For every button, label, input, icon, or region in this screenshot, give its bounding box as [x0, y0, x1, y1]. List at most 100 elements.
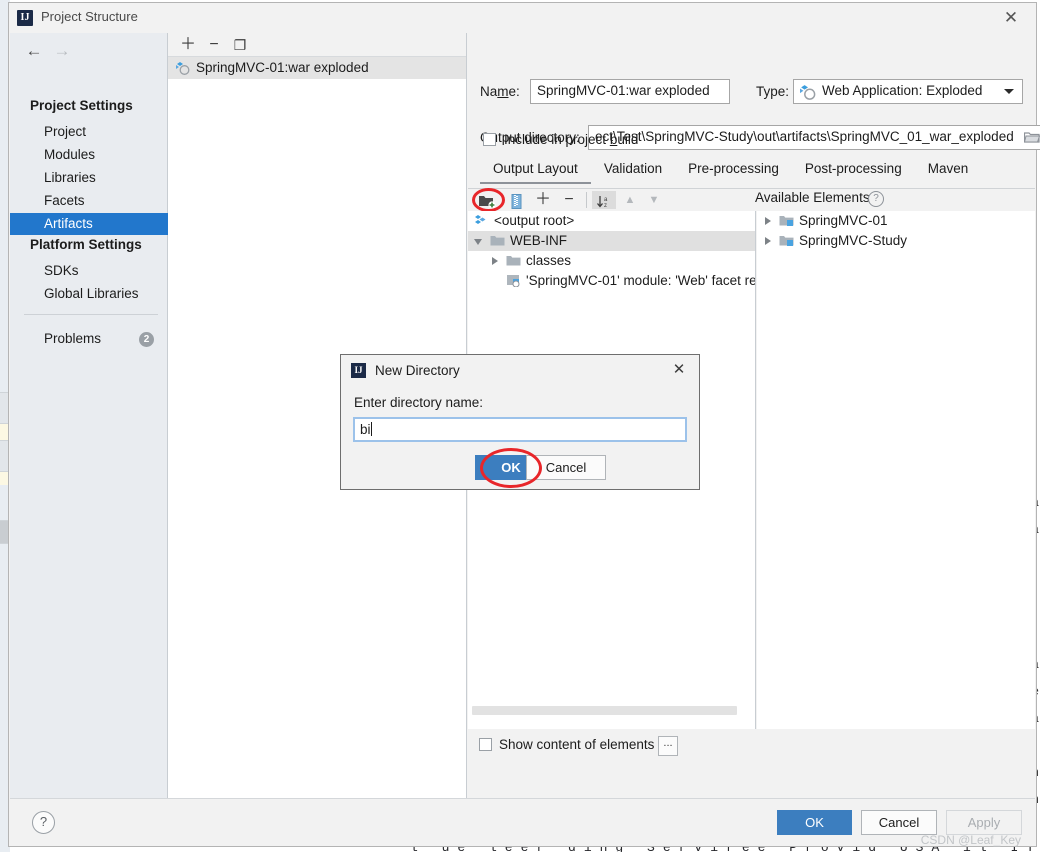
close-icon[interactable]: ✕: [669, 360, 689, 380]
available-elements-tree: SpringMVC-01 SpringMVC-Study: [757, 211, 1035, 729]
create-archive-button[interactable]: [506, 191, 526, 209]
add-artifact-button[interactable]: ＋: [177, 35, 199, 55]
tree-node-classes[interactable]: classes: [468, 251, 755, 271]
folder-icon: [490, 236, 505, 246]
artifact-root-icon: [475, 215, 486, 224]
help-circle-icon[interactable]: ?: [868, 191, 884, 207]
artifact-icon: [176, 62, 190, 75]
chevron-right-icon[interactable]: [765, 217, 771, 225]
tree-node-output-root-label: <output root>: [494, 213, 575, 228]
sidebar-item-artifacts[interactable]: Artifacts: [10, 213, 168, 235]
sidebar-item-problems-label: Problems: [44, 331, 102, 346]
new-directory-cancel-button[interactable]: Cancel: [526, 455, 606, 480]
output-directory-value: ect\Test\SpringMVC-Study\out\artifacts\S…: [595, 129, 1014, 144]
settings-sidebar: ← → Project Settings Project Modules Libr…: [10, 33, 168, 801]
tree-node-output-root[interactable]: <output root>: [468, 211, 755, 231]
screen-root: aa.(()aea)nn. l ue leer ding Serviree Pr…: [0, 0, 1040, 852]
artifact-list-item[interactable]: SpringMVC-01:war exploded: [168, 57, 466, 79]
new-directory-dialog: IJ New Directory ✕ Enter directory name:…: [340, 354, 700, 490]
text-caret: [370, 422, 372, 436]
close-icon[interactable]: ✕: [1000, 7, 1022, 29]
tree-node-web-inf[interactable]: WEB-INF: [468, 231, 755, 251]
output-directory-input[interactable]: ect\Test\SpringMVC-Study\out\artifacts\S…: [588, 125, 1040, 150]
tab-post-processing[interactable]: Post-processing: [792, 159, 915, 182]
ok-button[interactable]: OK: [777, 810, 852, 835]
create-directory-icon: [479, 195, 496, 209]
forward-arrow-icon[interactable]: →: [48, 41, 76, 61]
chevron-right-icon[interactable]: [765, 237, 771, 245]
sidebar-item-sdks[interactable]: SDKs: [10, 260, 168, 282]
intellij-idea-icon: IJ: [17, 10, 33, 26]
window-titlebar: IJ Project Structure ✕: [9, 3, 1036, 34]
toolbar-divider: [586, 192, 587, 208]
output-layout-options: Show content of elements ...: [468, 730, 1035, 770]
tab-output-layout[interactable]: Output Layout: [480, 159, 591, 184]
remove-artifact-button[interactable]: −: [203, 35, 225, 55]
sidebar-divider: [24, 314, 158, 315]
sidebar-item-facets[interactable]: Facets: [10, 190, 168, 212]
tree-node-springmvc-study-label: SpringMVC-Study: [799, 233, 908, 248]
module-icon: [779, 236, 794, 246]
artifact-type-select[interactable]: Web Application: Exploded: [793, 79, 1023, 104]
web-facet-icon: [507, 275, 520, 287]
type-label: Type:: [756, 84, 790, 99]
sidebar-item-modules[interactable]: Modules: [10, 144, 168, 166]
include-in-project-build-label: Include in project build: [504, 132, 639, 147]
name-label: Name:: [480, 84, 520, 99]
show-content-options-button[interactable]: ...: [658, 736, 678, 756]
create-archive-icon: [511, 193, 521, 209]
chevron-right-icon[interactable]: [492, 257, 498, 265]
tree-node-springmvc-01-label: SpringMVC-01: [799, 213, 888, 228]
move-down-button[interactable]: ▼: [644, 191, 664, 209]
tree-node-web-facet-resources[interactable]: 'SpringMVC-01' module: 'Web' facet resou: [468, 271, 755, 291]
output-layout-toolbar: ＋ − a z ▲ ▼: [468, 189, 1035, 211]
sort-az-icon: a z: [597, 195, 608, 209]
artifacts-toolbar: ＋ − ❐: [168, 33, 466, 57]
artifact-name-input[interactable]: SpringMVC-01:war exploded: [530, 79, 730, 104]
sidebar-item-libraries[interactable]: Libraries: [10, 167, 168, 189]
problems-count-badge: 2: [139, 332, 154, 347]
nav-group-project-settings: Project Settings: [30, 98, 133, 113]
module-icon: [779, 216, 794, 226]
artifact-list-item-label: SpringMVC-01:war exploded: [196, 60, 369, 75]
create-directory-button[interactable]: [474, 191, 500, 209]
browse-folder-icon[interactable]: [1024, 130, 1040, 144]
sidebar-item-problems[interactable]: Problems 2: [10, 328, 168, 350]
tree-node-classes-label: classes: [526, 253, 572, 268]
artifact-type-value: Web Application: Exploded: [822, 83, 983, 98]
move-up-button[interactable]: ▲: [620, 191, 640, 209]
sidebar-item-project[interactable]: Project: [10, 121, 168, 143]
tree-node-springmvc-01[interactable]: SpringMVC-01: [757, 211, 1035, 231]
tab-pre-processing[interactable]: Pre-processing: [675, 159, 792, 182]
sort-elements-button[interactable]: a z: [592, 191, 616, 209]
cancel-button[interactable]: Cancel: [861, 810, 937, 835]
copy-artifact-button[interactable]: ❐: [229, 35, 251, 55]
sidebar-item-global-libraries[interactable]: Global Libraries: [10, 283, 168, 305]
directory-name-prompt: Enter directory name:: [354, 395, 484, 410]
available-elements-label: Available Elements: [755, 190, 870, 205]
apply-button[interactable]: Apply: [946, 810, 1022, 835]
directory-name-input[interactable]: bi: [353, 417, 687, 442]
chevron-down-icon[interactable]: [474, 239, 482, 245]
directory-name-value: bi: [360, 422, 371, 437]
remove-element-button[interactable]: −: [558, 191, 580, 209]
chevron-down-icon: [1004, 89, 1014, 94]
web-application-icon: [800, 85, 816, 100]
tab-validation[interactable]: Validation: [591, 159, 675, 182]
detail-tabs: Output Layout Validation Pre-processing …: [480, 159, 981, 187]
add-element-button[interactable]: ＋: [532, 191, 554, 209]
help-button[interactable]: ?: [32, 811, 55, 834]
tab-maven[interactable]: Maven: [915, 159, 982, 182]
back-arrow-icon[interactable]: ←: [20, 41, 48, 61]
new-directory-dialog-title: New Directory: [375, 363, 460, 378]
tree-node-springmvc-study[interactable]: SpringMVC-Study: [757, 231, 1035, 251]
include-in-project-build-checkbox[interactable]: [483, 133, 496, 146]
folder-icon: [506, 256, 521, 266]
nav-group-platform-settings: Platform Settings: [30, 237, 142, 252]
svg-text:z: z: [604, 203, 607, 209]
show-content-of-elements-checkbox[interactable]: [479, 738, 492, 751]
nav-history-controls: ← →: [20, 41, 76, 61]
tree-horizontal-scrollbar[interactable]: [472, 706, 737, 715]
csdn-watermark: CSDN @Leaf_Key: [920, 833, 1021, 847]
dialog-button-bar: ? OK Cancel Apply CSDN @Leaf_Key: [10, 798, 1035, 847]
